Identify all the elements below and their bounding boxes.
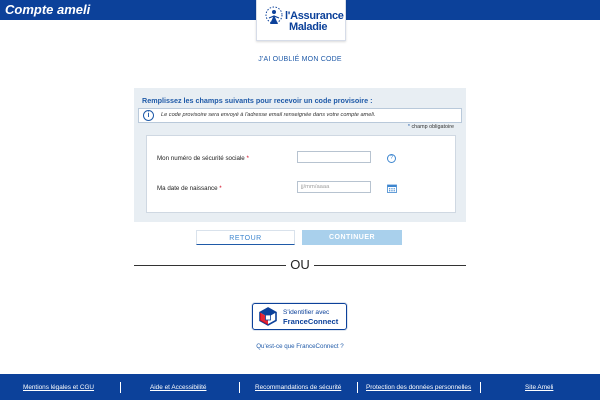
- logo-text-line2: Maladie: [289, 21, 328, 33]
- birthdate-required-star: *: [219, 185, 222, 192]
- france-connect-info-link-text[interactable]: Qu'est-ce que FranceConnect ?: [256, 343, 344, 350]
- required-note-text: champ obligatoire: [411, 124, 454, 130]
- footer-link-mentions[interactable]: Mentions légales et CGU: [23, 384, 94, 391]
- form-panel: Remplissez les champs suivants pour rece…: [134, 88, 466, 222]
- page-title: J'AI OUBLIÉ MON CODE: [258, 56, 342, 63]
- footer-separator: [357, 382, 358, 393]
- info-icon: i: [143, 110, 154, 121]
- footer-separator: [120, 382, 121, 393]
- ssn-input[interactable]: [297, 151, 371, 163]
- back-button[interactable]: RETOUR: [196, 230, 295, 245]
- birthdate-label: Ma date de naissance *: [157, 185, 222, 192]
- form-fields: Mon numéro de sécurité sociale * ? Ma da…: [146, 135, 456, 213]
- france-connect-line2: FranceConnect: [283, 317, 339, 326]
- france-connect-button[interactable]: S'identifier avec FranceConnect: [252, 303, 347, 330]
- ssn-label: Mon numéro de sécurité sociale *: [157, 155, 249, 162]
- footer-link-donnees[interactable]: Protection des données personnelles: [366, 384, 471, 391]
- france-connect-logo-icon: [259, 307, 277, 326]
- required-star: *: [407, 124, 410, 130]
- continue-button[interactable]: CONTINUER: [302, 230, 402, 245]
- footer-link-site-ameli[interactable]: Site Ameli: [525, 384, 553, 391]
- required-note: * champ obligatoire: [408, 124, 454, 130]
- footer: Mentions légales et CGU Aide et Accessib…: [0, 374, 600, 400]
- footer-link-aide[interactable]: Aide et Accessibilité: [150, 384, 206, 391]
- help-icon[interactable]: ?: [387, 154, 396, 163]
- assurance-maladie-logo[interactable]: l'Assurance Maladie: [256, 0, 346, 41]
- france-connect-info-link: Qu'est-ce que FranceConnect ?: [0, 343, 600, 350]
- divider-line-right: [314, 265, 466, 266]
- form-title: Remplissez les champs suivants pour rece…: [142, 96, 373, 105]
- ssn-required-star: *: [246, 155, 249, 162]
- app-title: Compte ameli: [5, 2, 91, 17]
- france-connect-line1: S'identifier avec: [283, 309, 330, 316]
- footer-link-securite[interactable]: Recommandations de sécurité: [255, 384, 341, 391]
- calendar-icon[interactable]: [387, 184, 397, 193]
- footer-separator: [480, 382, 481, 393]
- birthdate-input[interactable]: [297, 181, 371, 193]
- info-text: Le code provisoire sera envoyé à l'adres…: [161, 112, 376, 118]
- info-box: i Le code provisoire sera envoyé à l'adr…: [138, 108, 462, 123]
- divider-line-left: [134, 265, 286, 266]
- ssn-label-text: Mon numéro de sécurité sociale: [157, 155, 245, 162]
- footer-separator: [239, 382, 240, 393]
- assurance-maladie-logo-icon: [265, 6, 283, 24]
- birthdate-label-text: Ma date de naissance: [157, 185, 218, 192]
